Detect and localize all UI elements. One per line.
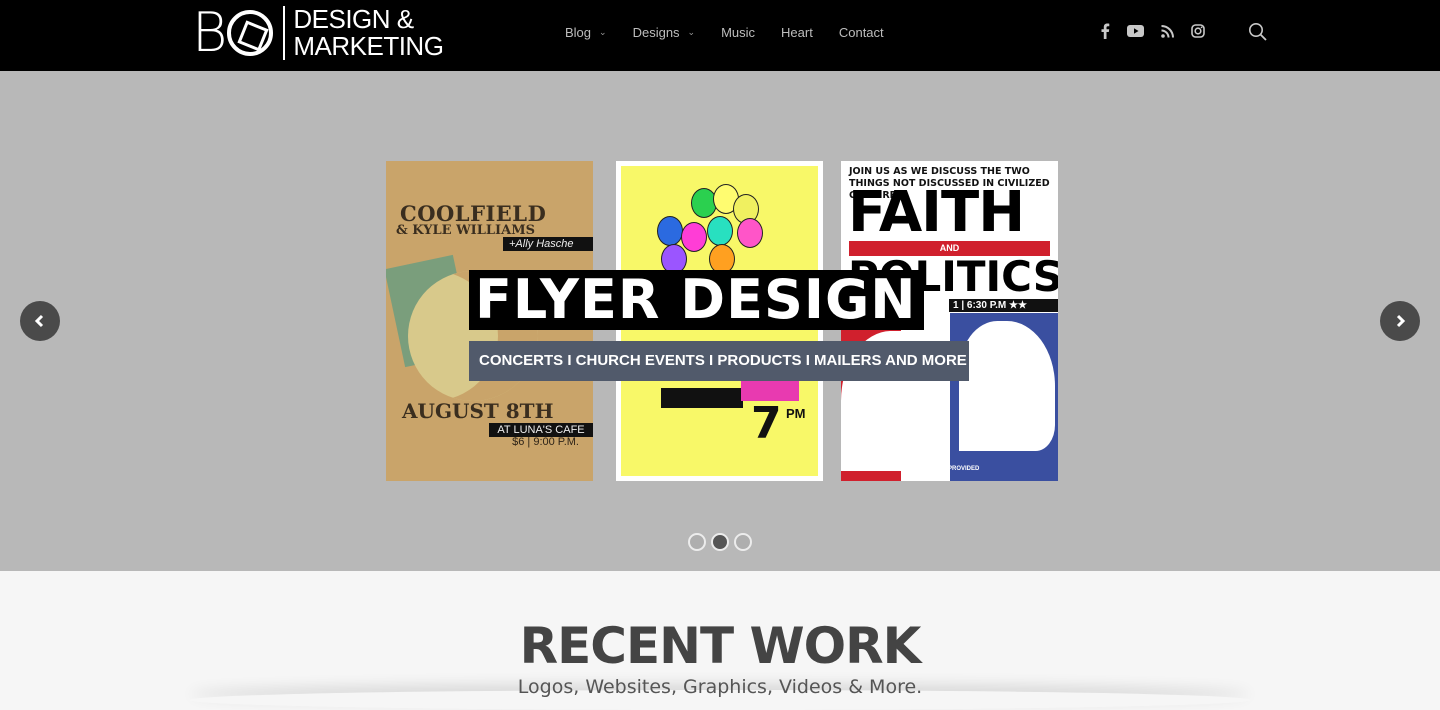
chevron-down-icon: ⌄ [687,26,696,37]
chevron-down-icon: ⌄ [599,26,607,37]
logo-line-2: MARKETING [293,31,444,61]
nav-label: Heart [781,24,813,40]
balloon [707,216,733,246]
main-nav: Blog ⌄ Designs ⌄ Music Heart Contact [565,0,910,64]
section-subtitle: Logos, Websites, Graphics, Videos & More… [517,676,923,698]
nav-label: Designs [632,24,680,40]
section-title: RECENT WORK [519,617,922,675]
logo-divider [283,6,286,60]
flyer-presale-box [661,388,743,408]
slide-caption-subtitle: CONCERTS I CHURCH EVENTS I PRODUCTS I MA… [469,341,969,381]
hero-slider: COOLFIELD & KYLE WILLIAMS +Ally Hasche A… [0,71,1440,571]
logo-line-1: DESIGN & [293,4,414,34]
logo-mark: B [192,1,274,64]
flyer-time: 7 [751,398,782,449]
flyer-subtitle: & KYLE WILLIAMS [396,223,535,238]
nav-item-contact[interactable]: Contact [839,25,884,40]
aperture-icon [227,10,274,56]
nav-item-music[interactable]: Music [721,25,755,40]
nav-label: Blog [565,24,592,40]
search-icon[interactable] [1248,22,1268,47]
flyer-footer: CHILDCARE PROVIDED [911,466,980,472]
balloon [737,218,763,248]
social-links [1100,20,1222,42]
chevron-right-icon [1396,314,1406,328]
nav-label: Music [721,24,756,40]
slider-next-button[interactable] [1380,301,1420,341]
flyer-guest: +Ally Hasche [503,237,593,251]
logo-text: DESIGN & MARKETING [293,4,444,61]
site-logo[interactable]: B DESIGN & MARKETING [192,1,444,64]
nav-label: Contact [838,24,884,40]
nav-item-heart[interactable]: Heart [781,25,813,40]
chevron-left-icon [34,314,44,328]
balloon [681,222,707,252]
flyer-time: 1 | 6:30 P.M ★★ [949,299,1058,312]
slider-prev-button[interactable] [20,301,60,341]
instagram-icon[interactable] [1191,20,1205,42]
facebook-icon[interactable] [1100,20,1110,42]
slider-dot-1[interactable] [688,533,706,551]
slider-dot-2[interactable] [711,533,729,551]
slider-pagination [688,533,757,551]
flyer-date: AUGUST 8TH [402,399,554,423]
site-header: B DESIGN & MARKETING Blog ⌄ Designs ⌄ Mu… [0,0,1440,71]
rss-icon[interactable] [1161,20,1174,42]
flyer-price: $6 | 9:00 P.M. [512,436,579,448]
nav-item-designs[interactable]: Designs ⌄ [633,25,696,40]
youtube-icon[interactable] [1127,20,1144,42]
slide-caption-title: FLYER DESIGN [469,270,925,330]
slider-dot-3[interactable] [734,533,752,551]
flyer-venue: AT LUNA'S CAFE [489,423,593,437]
flyer-faith: FAITH [848,180,1025,245]
head-silhouette-right [959,321,1055,451]
balloon [657,216,683,246]
logo-letter-b: B [192,1,227,64]
flyer-pm: PM [786,406,806,421]
nav-item-blog[interactable]: Blog ⌄ [565,25,607,40]
